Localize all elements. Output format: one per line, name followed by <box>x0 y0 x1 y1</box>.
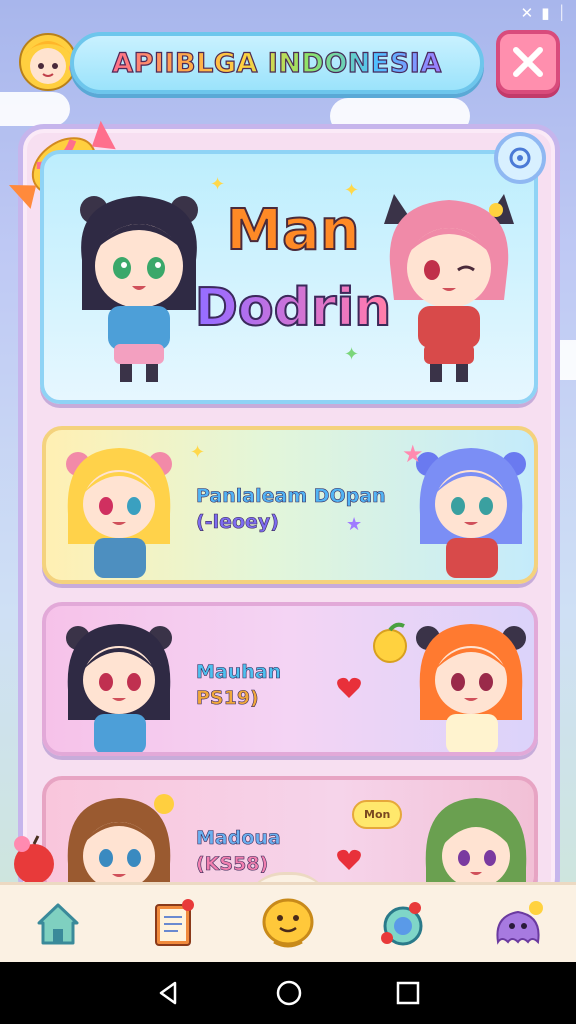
apple-icon <box>14 835 54 884</box>
character-blue-hair <box>416 448 526 578</box>
character-brown-hair <box>67 794 174 892</box>
monster-icon <box>496 900 544 945</box>
sparkle-icon: ✦ <box>344 180 360 201</box>
star-icon: ★ <box>402 440 424 468</box>
sparkle-icon: ✦ <box>210 174 226 195</box>
signal-icon: ✕ <box>520 4 534 22</box>
bottom-nav <box>0 882 576 962</box>
heart-icon <box>337 849 361 870</box>
card-subtitle: (-leoey) <box>196 511 280 534</box>
character-green-hair <box>425 798 527 892</box>
system-nav-bar <box>0 962 576 1024</box>
battery-icon: ▮ <box>541 4 550 22</box>
mascot-icon <box>262 898 314 947</box>
gamepad-icon <box>381 901 423 945</box>
character-dark-hair <box>80 196 198 382</box>
card-subtitle: (KS58) <box>196 853 269 876</box>
character-blonde <box>66 448 172 578</box>
nav-monster[interactable] <box>483 889 553 959</box>
back-icon[interactable] <box>155 979 183 1007</box>
speech-bubble: Mon <box>352 800 403 829</box>
nav-game[interactable] <box>368 889 438 959</box>
card-title: Panlaleam DOpan <box>196 485 386 508</box>
featured-card[interactable]: Man Dodrin ✦ ✦ ✦ <box>40 150 538 404</box>
nav-home[interactable] <box>23 889 93 959</box>
character-orange-hair <box>416 624 526 752</box>
nav-mascot[interactable] <box>253 889 323 959</box>
status-bar: ✕ ▮ ⏐ <box>0 0 576 28</box>
card-subtitle: PS19) <box>196 687 259 710</box>
home-icon <box>37 903 79 944</box>
character-pink-hair <box>384 194 514 382</box>
close-button[interactable] <box>496 30 560 94</box>
sparkle-icon: ✦ <box>344 344 360 365</box>
close-icon <box>513 47 543 77</box>
app-title-banner: APIIBLGA INDONESIA <box>70 32 484 94</box>
refresh-button[interactable] <box>494 132 546 184</box>
fruit-icon <box>373 622 407 663</box>
sparkle-icon: ✦ <box>190 442 206 463</box>
book-icon <box>154 898 194 946</box>
star-icon: ★ <box>346 514 363 535</box>
recents-icon[interactable] <box>395 980 421 1006</box>
card-title: Madoua <box>196 827 281 850</box>
character-black-hair <box>66 624 172 752</box>
heart-icon <box>337 677 361 698</box>
app-title: APIIBLGA INDONESIA <box>112 47 442 79</box>
list-card[interactable]: Panlaleam DOpan (-leoey) ✦ ★ ★ <box>42 426 538 584</box>
home-circle-icon[interactable] <box>274 978 304 1008</box>
clock-icon: ⏐ <box>557 4 567 22</box>
nav-book[interactable] <box>138 889 208 959</box>
refresh-icon <box>509 147 531 169</box>
list-card[interactable]: Mauhan PS19) <box>42 602 538 756</box>
card-title: Mauhan <box>196 661 282 684</box>
